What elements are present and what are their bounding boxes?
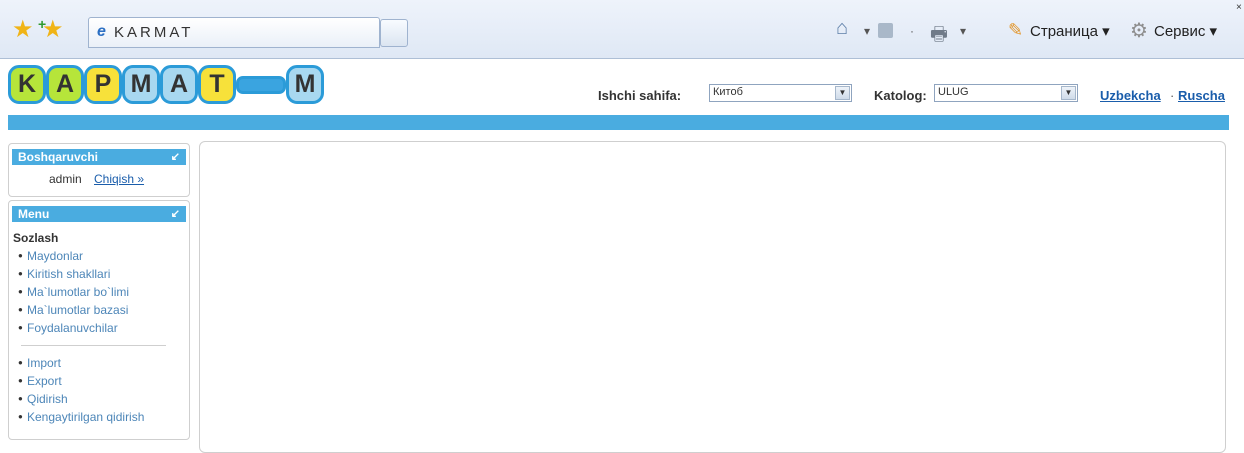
bullet-icon: ● — [18, 305, 23, 314]
catalog-select[interactable]: ULUG ▼ — [934, 84, 1078, 102]
logo-tile: P — [84, 65, 122, 104]
chevron-down-icon[interactable]: ▼ — [1061, 86, 1076, 100]
menu-divider — [21, 345, 166, 346]
catalog-label: Katolog: — [874, 88, 927, 103]
page-menu[interactable]: Страница ▾ — [1030, 22, 1110, 40]
lang-russian-link[interactable]: Ruscha — [1178, 88, 1225, 103]
tab-title: KARMAT — [114, 24, 194, 41]
admin-username: admin — [49, 172, 82, 186]
logout-link[interactable]: Chiqish » — [94, 172, 144, 186]
main-content-panel — [199, 141, 1226, 453]
bullet-icon: ● — [18, 269, 23, 278]
logo-tile: T — [198, 65, 236, 104]
ie-page-icon: e — [97, 23, 106, 40]
work-page-label: Ishchi sahifa: — [598, 88, 682, 103]
gear-icon: ⚙ — [1130, 20, 1148, 42]
print-dropdown-icon[interactable]: ▾ — [960, 24, 966, 38]
bullet-icon: ● — [18, 376, 23, 385]
separator-icon: · — [910, 24, 914, 38]
browser-tab[interactable]: e KARMAT — [88, 17, 380, 48]
admin-panel: Boshqaruvchi ↙ admin Chiqish » — [8, 143, 190, 197]
logo-tile: A — [160, 65, 198, 104]
page-icon: ✎ — [1008, 20, 1024, 40]
add-favorite-icon[interactable]: ★ + — [38, 16, 64, 42]
close-icon[interactable]: × — [1236, 2, 1242, 13]
lang-separator: · — [1170, 88, 1175, 103]
work-page-select[interactable]: Китоб ▼ — [709, 84, 852, 102]
header-divider-bar — [8, 115, 1229, 130]
collapse-arrow-icon[interactable]: ↙ — [171, 206, 180, 222]
menu-panel-header[interactable]: Menu ↙ — [12, 206, 186, 222]
tools-menu[interactable]: Сервис ▾ — [1154, 22, 1217, 40]
home-dropdown-icon[interactable]: ▾ — [864, 24, 870, 38]
logo-tile: M — [286, 65, 324, 104]
print-icon[interactable]: 🖶 — [930, 20, 948, 52]
menu-panel-title: Menu — [18, 207, 50, 221]
karmat-logo[interactable]: K A P M A T M — [8, 62, 330, 107]
new-tab-button[interactable] — [380, 19, 408, 47]
menu-item-qidirish[interactable]: Qidirish — [27, 392, 68, 406]
menu-item-advanced-search[interactable]: Kengaytirilgan qidirish — [27, 410, 144, 424]
bullet-icon: ● — [18, 251, 23, 260]
catalog-value: ULUG — [938, 86, 969, 98]
feed-icon[interactable] — [878, 23, 893, 38]
bullet-icon: ● — [18, 358, 23, 367]
menu-item-export[interactable]: Export — [27, 374, 62, 388]
collapse-arrow-icon[interactable]: ↙ — [171, 149, 180, 165]
menu-item-bazasi[interactable]: Ma`lumotlar bazasi — [27, 303, 128, 317]
logo-tile: A — [46, 65, 84, 104]
admin-panel-header[interactable]: Boshqaruvchi ↙ — [12, 149, 186, 165]
bullet-icon: ● — [18, 287, 23, 296]
menu-item-maydonlar[interactable]: Maydonlar — [27, 249, 83, 263]
menu-panel: Menu ↙ Sozlash ● Maydonlar ● Kiritish sh… — [8, 200, 190, 440]
home-icon[interactable]: ⌂ — [836, 17, 848, 40]
bullet-icon: ● — [18, 323, 23, 332]
logo-dash-tile — [236, 76, 286, 94]
admin-panel-title: Boshqaruvchi — [18, 150, 99, 164]
bullet-icon: ● — [18, 412, 23, 421]
menu-item-bolimi[interactable]: Ma`lumotlar bo`limi — [27, 285, 129, 299]
chevron-down-icon[interactable]: ▼ — [835, 86, 850, 100]
browser-command-bar: ★ ★ + e KARMAT ⌂ ▾ · 🖶 ▾ ✎ Страница ▾ ⚙ С… — [0, 0, 1244, 59]
menu-section-title: Sozlash — [13, 231, 59, 245]
work-page-value: Китоб — [713, 86, 743, 98]
menu-item-kiritish[interactable]: Kiritish shakllari — [27, 267, 110, 281]
favorites-star-icon[interactable]: ★ — [12, 18, 34, 42]
lang-uzbek-link[interactable]: Uzbekcha — [1100, 88, 1161, 103]
logo-tile: M — [122, 65, 160, 104]
menu-item-foydalanuvchilar[interactable]: Foydalanuvchilar — [27, 321, 118, 335]
bullet-icon: ● — [18, 394, 23, 403]
logo-tile: K — [8, 65, 46, 104]
menu-item-import[interactable]: Import — [27, 356, 61, 370]
